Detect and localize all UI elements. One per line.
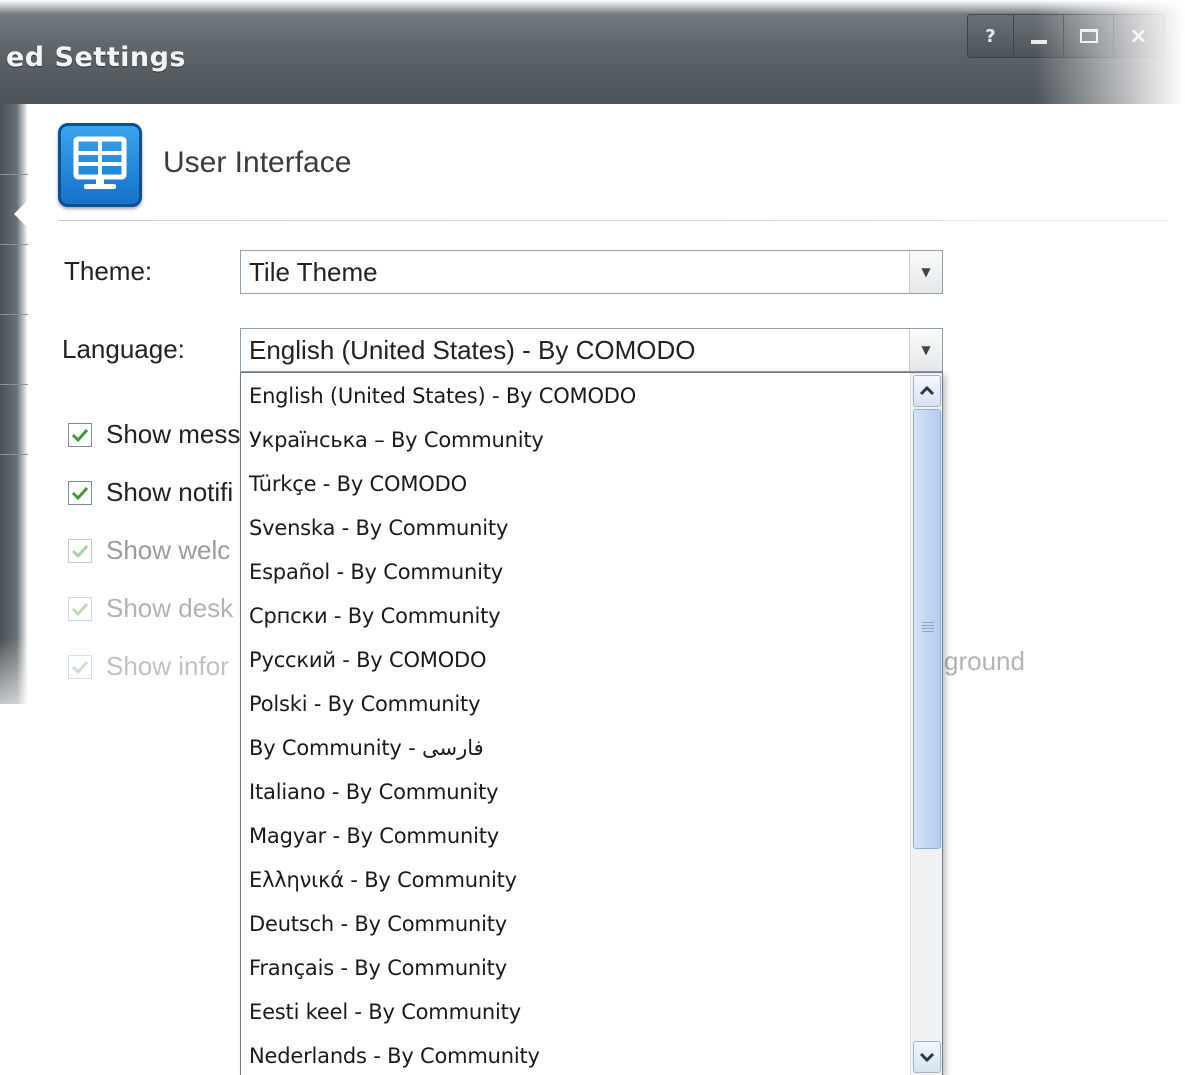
language-option[interactable]: By Community - فارسی bbox=[249, 726, 484, 770]
checkbox-label: Show desk bbox=[106, 593, 234, 623]
checkbox-label: Show notifi bbox=[106, 477, 234, 507]
checkbox-row[interactable]: Show infor bbox=[68, 651, 229, 682]
checkbox-row[interactable]: Show desk bbox=[68, 593, 233, 624]
page-title: User Interface bbox=[163, 146, 352, 179]
close-button[interactable]: × bbox=[1114, 15, 1164, 57]
maximize-button[interactable] bbox=[1064, 15, 1114, 57]
maximize-icon bbox=[1079, 29, 1098, 43]
language-option[interactable]: Svenska - By Community bbox=[249, 506, 508, 550]
window-title: ed Settings bbox=[6, 42, 186, 73]
window-controls: ? × bbox=[967, 14, 1165, 58]
language-option[interactable]: English (United States) - By COMODO bbox=[249, 374, 636, 418]
language-option[interactable]: Magyar - By Community bbox=[249, 814, 499, 858]
checkbox-row[interactable]: Show mess bbox=[68, 419, 240, 450]
checkbox[interactable] bbox=[68, 480, 92, 505]
grip-icon bbox=[922, 622, 934, 634]
language-option[interactable]: Русский - By COMODO bbox=[249, 638, 487, 682]
checkbox-label: Show infor bbox=[106, 651, 229, 681]
chevron-up-icon bbox=[919, 386, 935, 396]
chevron-down-icon bbox=[919, 1052, 935, 1062]
language-option[interactable]: Ελληνικά - By Community bbox=[249, 858, 517, 902]
language-option[interactable]: Italiano - By Community bbox=[249, 770, 499, 814]
checkbox[interactable] bbox=[68, 654, 92, 679]
checkbox-row[interactable]: Show welc bbox=[68, 535, 230, 566]
chevron-down-icon[interactable]: ▼ bbox=[909, 251, 942, 293]
language-option[interactable]: Español - By Community bbox=[249, 550, 503, 594]
language-option[interactable]: Српски - By Community bbox=[249, 594, 501, 638]
scroll-down-button[interactable] bbox=[913, 1041, 941, 1073]
language-dropdown[interactable]: English (United States) - By COMODO ▼ bbox=[240, 328, 943, 372]
header-divider bbox=[58, 220, 1168, 221]
theme-dropdown[interactable]: Tile Theme ▼ bbox=[240, 250, 943, 294]
language-label: Language: bbox=[62, 334, 185, 364]
language-option[interactable]: Français - By Community bbox=[249, 946, 507, 990]
checkbox-label: Show mess bbox=[106, 419, 241, 449]
checkbox[interactable] bbox=[68, 596, 92, 621]
chevron-down-icon[interactable]: ▼ bbox=[909, 329, 942, 371]
minimize-icon bbox=[1030, 40, 1047, 44]
language-selected-value: English (United States) - By COMODO bbox=[249, 335, 696, 365]
monitor-icon bbox=[58, 123, 142, 207]
partial-label: ground bbox=[944, 646, 1025, 676]
language-option[interactable]: Nederlands - By Community bbox=[249, 1034, 540, 1075]
checkbox-label: Show welc bbox=[106, 535, 231, 565]
language-option[interactable]: Eesti keel - By Community bbox=[249, 990, 521, 1034]
checkbox[interactable] bbox=[68, 538, 92, 563]
minimize-button[interactable] bbox=[1014, 15, 1064, 57]
language-option[interactable]: Українська – By Community bbox=[249, 418, 544, 462]
language-option[interactable]: Türkçe - By COMODO bbox=[249, 462, 467, 506]
theme-label: Theme: bbox=[64, 256, 153, 286]
checkbox[interactable] bbox=[68, 422, 92, 447]
checkbox-row[interactable]: Show notifi bbox=[68, 477, 233, 508]
theme-selected-value: Tile Theme bbox=[249, 257, 378, 287]
scroll-thumb[interactable] bbox=[913, 409, 941, 849]
language-option[interactable]: Polski - By Community bbox=[249, 682, 481, 726]
title-bar: ed Settings ? × bbox=[0, 0, 1185, 104]
help-button[interactable]: ? bbox=[968, 15, 1014, 57]
left-fade-overlay bbox=[0, 104, 40, 1075]
dropdown-scrollbar[interactable] bbox=[910, 373, 942, 1075]
close-icon: × bbox=[1129, 23, 1148, 49]
scroll-up-button[interactable] bbox=[913, 375, 941, 407]
language-options-list[interactable]: English (United States) - By COMODO Укра… bbox=[240, 372, 943, 1075]
language-option[interactable]: Deutsch - By Community bbox=[249, 902, 507, 946]
